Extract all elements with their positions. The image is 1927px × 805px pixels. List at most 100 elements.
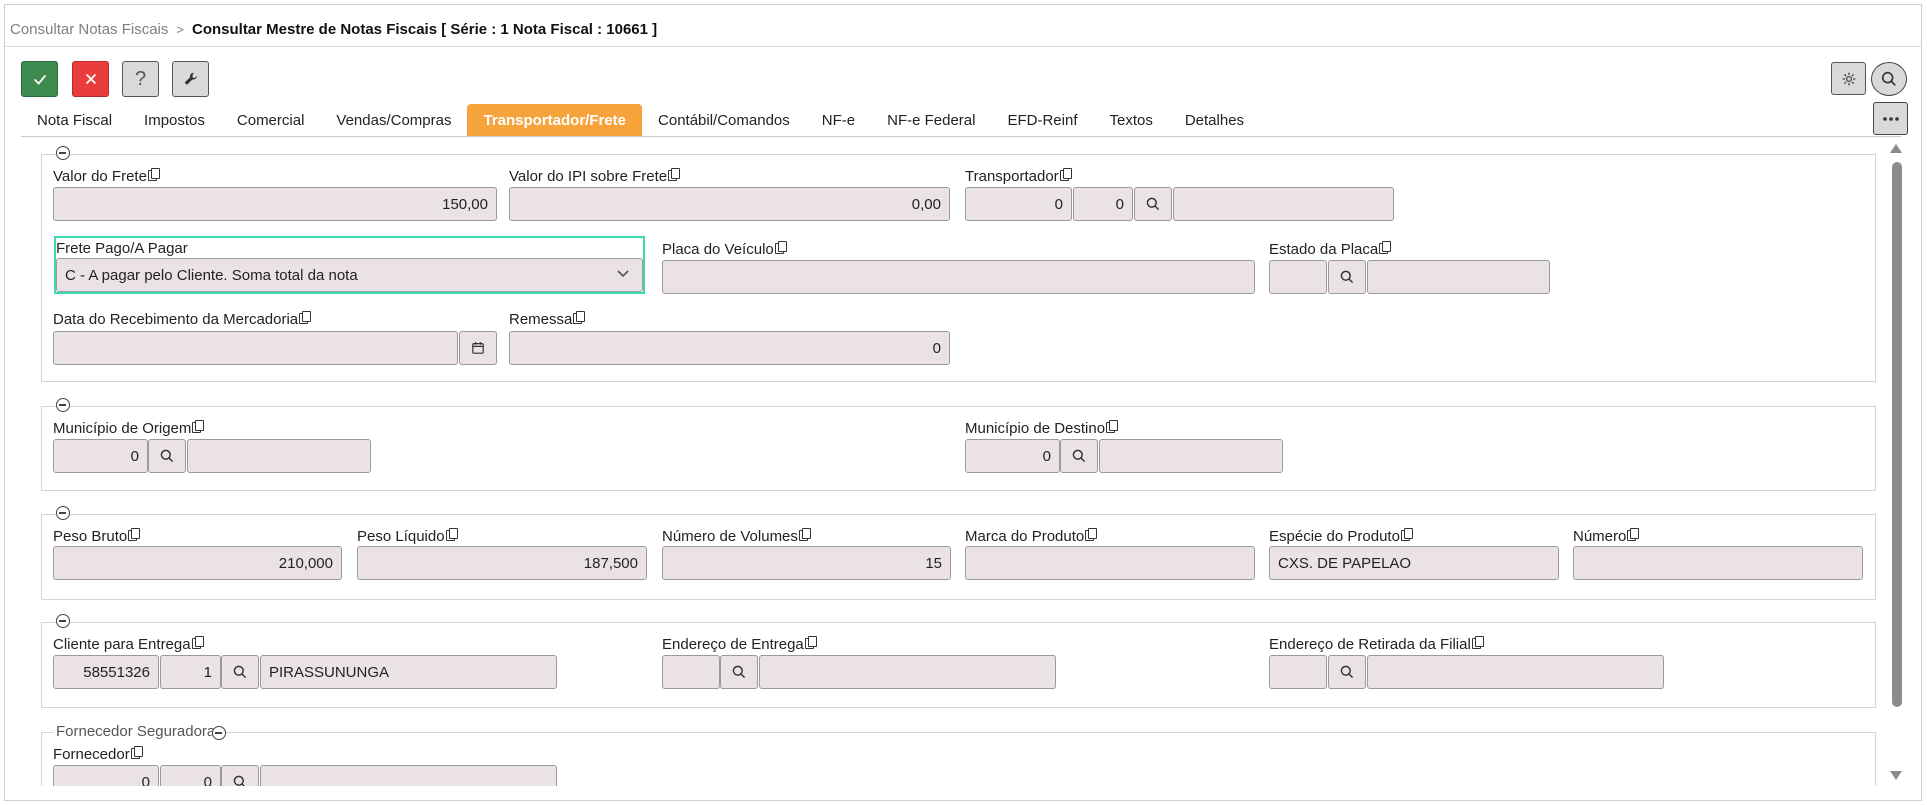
municipio-destino-name-field[interactable] xyxy=(1099,439,1283,473)
calendar-icon xyxy=(472,342,484,354)
copy-icon[interactable] xyxy=(191,636,204,649)
copy-icon[interactable] xyxy=(804,636,817,649)
copy-icon[interactable] xyxy=(299,311,312,324)
copy-icon[interactable] xyxy=(1085,528,1098,541)
copy-icon[interactable] xyxy=(192,420,205,433)
tab-transportador-frete[interactable]: Transportador/Frete xyxy=(467,104,643,136)
frete-pago-focus: Frete Pago/A Pagar C - A pagar pelo Clie… xyxy=(54,236,645,294)
more-options-button[interactable] xyxy=(1873,102,1908,135)
vertical-scrollbar[interactable] xyxy=(1887,140,1907,788)
placa-veiculo-field[interactable] xyxy=(662,260,1255,294)
tab-nfe[interactable]: NF-e xyxy=(806,104,871,136)
data-recebimento-field[interactable] xyxy=(53,331,458,365)
peso-liquido-label: Peso Líquido xyxy=(357,528,458,545)
collapse-icon[interactable] xyxy=(56,614,70,628)
cliente-entrega-seq-field[interactable]: 1 xyxy=(160,655,221,689)
scrollbar-thumb[interactable] xyxy=(1892,162,1902,707)
estado-placa-search-button[interactable] xyxy=(1328,260,1366,294)
copy-icon[interactable] xyxy=(147,168,160,181)
scroll-up-arrow[interactable] xyxy=(1890,144,1902,153)
collapse-icon[interactable] xyxy=(212,726,226,740)
copy-icon[interactable] xyxy=(1627,528,1640,541)
copy-icon[interactable] xyxy=(1379,241,1392,254)
fornecedor-code1-field[interactable]: 0 xyxy=(53,765,159,786)
tab-nfe-federal[interactable]: NF-e Federal xyxy=(871,104,991,136)
municipio-origem-code-field[interactable]: 0 xyxy=(53,439,148,473)
tab-contabil-comandos[interactable]: Contábil/Comandos xyxy=(642,104,806,136)
numero-volumes-field[interactable]: 15 xyxy=(662,546,951,580)
collapse-icon[interactable] xyxy=(56,398,70,412)
municipio-destino-search-button[interactable] xyxy=(1060,439,1098,473)
copy-icon[interactable] xyxy=(130,746,143,759)
help-icon: ? xyxy=(134,67,147,90)
copy-icon[interactable] xyxy=(1471,636,1484,649)
transportador-search-button[interactable] xyxy=(1134,187,1172,221)
marca-produto-label: Marca do Produto xyxy=(965,528,1098,545)
endereco-entrega-name-field[interactable] xyxy=(759,655,1056,689)
cliente-entrega-name-field[interactable]: PIRASSUNUNGA xyxy=(260,655,557,689)
close-icon xyxy=(85,73,96,85)
remessa-field[interactable]: 0 xyxy=(509,331,950,365)
fornecedor-name-field[interactable] xyxy=(260,765,557,786)
estado-placa-name-field[interactable] xyxy=(1367,260,1550,294)
copy-icon[interactable] xyxy=(1400,528,1413,541)
endereco-retirada-code-field[interactable] xyxy=(1269,655,1327,689)
peso-liquido-field[interactable]: 187,500 xyxy=(357,546,647,580)
search-icon xyxy=(233,665,247,679)
cliente-entrega-code-field[interactable]: 58551326 xyxy=(53,655,159,689)
tab-impostos[interactable]: Impostos xyxy=(128,104,221,136)
municipio-destino-label: Município de Destino xyxy=(965,420,1119,437)
transportador-code1-field[interactable]: 0 xyxy=(965,187,1072,221)
copy-icon[interactable] xyxy=(798,528,811,541)
endereco-retirada-name-field[interactable] xyxy=(1367,655,1664,689)
endereco-entrega-code-field[interactable] xyxy=(662,655,720,689)
tab-vendas-compras[interactable]: Vendas/Compras xyxy=(320,104,467,136)
municipio-origem-search-button[interactable] xyxy=(148,439,186,473)
collapse-icon[interactable] xyxy=(56,146,70,160)
peso-bruto-field[interactable]: 210,000 xyxy=(53,546,342,580)
transportador-code2-field[interactable]: 0 xyxy=(1073,187,1133,221)
frete-pago-label: Frete Pago/A Pagar xyxy=(56,240,188,257)
marca-produto-field[interactable] xyxy=(965,546,1255,580)
fornecedor-code2-field[interactable]: 0 xyxy=(160,765,221,786)
estado-placa-code-field[interactable] xyxy=(1269,260,1327,294)
municipio-destino-code-field[interactable]: 0 xyxy=(965,439,1060,473)
header-divider xyxy=(5,46,1921,47)
copy-icon[interactable] xyxy=(573,311,586,324)
tab-nota-fiscal[interactable]: Nota Fiscal xyxy=(21,104,128,136)
collapse-icon[interactable] xyxy=(56,506,70,520)
cliente-entrega-search-button[interactable] xyxy=(221,655,259,689)
tab-textos[interactable]: Textos xyxy=(1093,104,1168,136)
fornecedor-search-button[interactable] xyxy=(221,765,259,786)
endereco-retirada-search-button[interactable] xyxy=(1328,655,1366,689)
global-search-button[interactable] xyxy=(1871,62,1907,96)
tab-detalhes[interactable]: Detalhes xyxy=(1169,104,1260,136)
date-picker-button[interactable] xyxy=(459,331,497,365)
especie-produto-field[interactable]: CXS. DE PAPELAO xyxy=(1269,546,1559,580)
cancel-button[interactable] xyxy=(72,61,109,97)
breadcrumb: Consultar Notas Fiscais > Consultar Mest… xyxy=(10,18,657,40)
valor-frete-field[interactable]: 150,00 xyxy=(53,187,497,221)
settings-button[interactable] xyxy=(1831,62,1866,95)
tools-button[interactable] xyxy=(172,61,209,97)
copy-icon[interactable] xyxy=(128,528,141,541)
municipio-origem-name-field[interactable] xyxy=(187,439,371,473)
transportador-name-field[interactable] xyxy=(1173,187,1394,221)
endereco-entrega-search-button[interactable] xyxy=(720,655,758,689)
copy-icon[interactable] xyxy=(668,168,681,181)
peso-bruto-label: Peso Bruto xyxy=(53,528,141,545)
tab-efd-reinf[interactable]: EFD-Reinf xyxy=(991,104,1093,136)
frete-pago-select[interactable]: C - A pagar pelo Cliente. Soma total da … xyxy=(56,258,643,292)
numero-field[interactable] xyxy=(1573,546,1863,580)
scroll-down-arrow[interactable] xyxy=(1890,771,1902,780)
tab-comercial[interactable]: Comercial xyxy=(221,104,321,136)
copy-icon[interactable] xyxy=(774,241,787,254)
valor-ipi-frete-field[interactable]: 0,00 xyxy=(509,187,950,221)
help-button[interactable]: ? xyxy=(122,61,159,97)
numero-label: Número xyxy=(1573,528,1640,545)
breadcrumb-parent[interactable]: Consultar Notas Fiscais xyxy=(10,21,168,38)
copy-icon[interactable] xyxy=(445,528,458,541)
copy-icon[interactable] xyxy=(1106,420,1119,433)
copy-icon[interactable] xyxy=(1059,168,1072,181)
confirm-button[interactable] xyxy=(21,61,58,97)
